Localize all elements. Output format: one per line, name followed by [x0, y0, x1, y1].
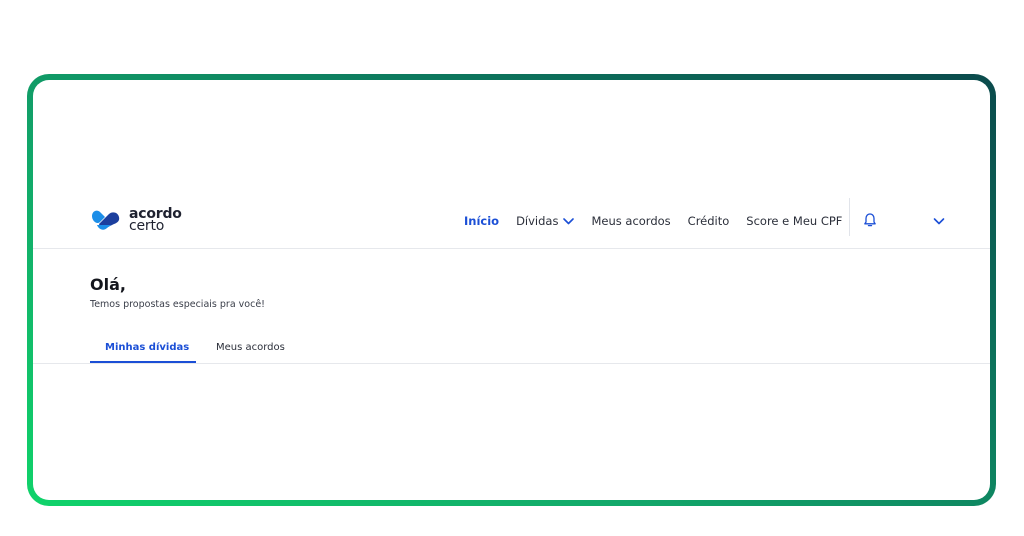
bell-icon[interactable]: [862, 212, 878, 228]
nav-item-dividas-label: Dívidas: [516, 214, 559, 228]
brand-logo[interactable]: acordo certo: [89, 206, 182, 234]
nav-item-meus-acordos[interactable]: Meus acordos: [591, 214, 670, 228]
app-screen: acordo certo Início Dívidas Meus acordos…: [33, 80, 990, 500]
tab-meus-acordos[interactable]: Meus acordos: [216, 342, 285, 353]
greeting-title: Olá,: [90, 275, 126, 294]
brand-wordmark: acordo certo: [129, 207, 182, 234]
content-tabs: Minhas dívidas Meus acordos: [33, 337, 990, 364]
greeting-subtitle: Temos propostas especiais pra você!: [90, 299, 265, 310]
chevron-down-icon: [563, 217, 575, 224]
user-menu-chevron-icon[interactable]: [932, 214, 946, 228]
brand-name-bottom: certo: [129, 218, 165, 234]
device-frame: acordo certo Início Dívidas Meus acordos…: [27, 74, 996, 506]
nav-item-dividas[interactable]: Dívidas: [516, 214, 575, 228]
top-navbar: acordo certo Início Dívidas Meus acordos…: [33, 198, 990, 249]
nav-divider: [849, 198, 850, 236]
tab-minhas-dividas[interactable]: Minhas dívidas: [105, 342, 189, 353]
nav-item-score[interactable]: Score e Meu CPF: [746, 214, 842, 228]
active-tab-indicator: [90, 361, 196, 363]
nav-item-inicio[interactable]: Início: [464, 214, 499, 228]
heart-hands-logo: [92, 210, 120, 230]
nav-item-credito[interactable]: Crédito: [688, 214, 730, 228]
main-nav: Início Dívidas Meus acordos Crédito Scor…: [464, 214, 859, 228]
